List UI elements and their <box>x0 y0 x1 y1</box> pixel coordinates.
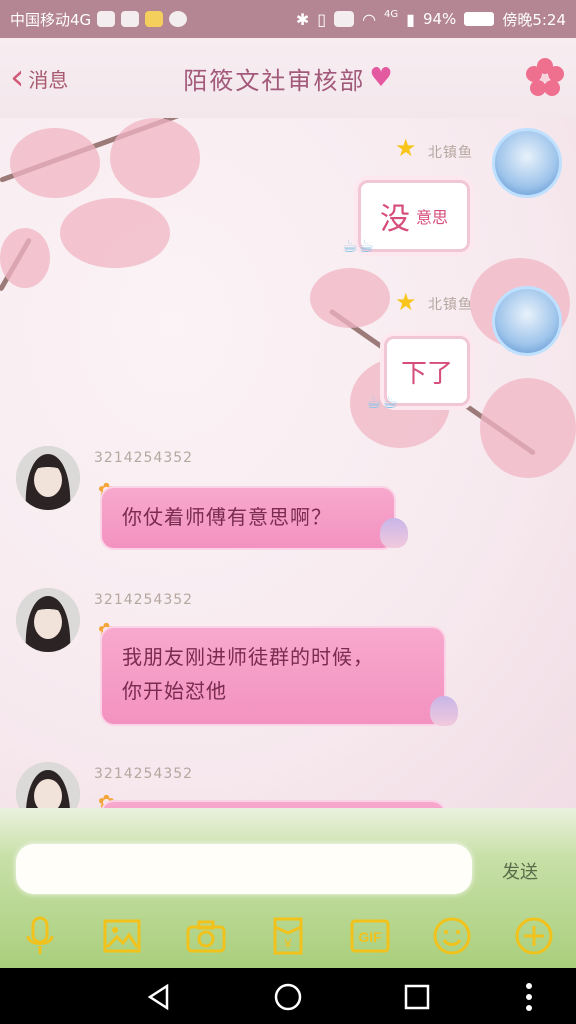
message-bubble[interactable]: 你仗着师傅有意思啊？ <box>100 486 396 550</box>
clock: 傍晚5:24 <box>502 10 566 29</box>
gif-icon: GIF <box>350 919 390 953</box>
message-bubble[interactable] <box>100 800 446 808</box>
avatar-photo <box>16 762 80 808</box>
sticker-icon <box>430 696 458 726</box>
image-icon <box>103 919 141 953</box>
red-packet-button[interactable]: ¥ <box>268 916 308 956</box>
message-text-line: 我朋友刚进师徒群的时候， <box>122 645 374 669</box>
message-text: 没 <box>379 202 410 237</box>
nav-recents-button[interactable] <box>400 980 434 1014</box>
avatar[interactable] <box>16 588 80 652</box>
avatar[interactable] <box>16 446 80 510</box>
input-panel: 发送 ¥ GIF <box>0 808 576 968</box>
nav-back-button[interactable] <box>142 980 176 1014</box>
message-list[interactable]: ★ 北镇鱼 没 意思 ☕☕ ★ 北镇鱼 下了 ☕☕ 3214254352 ✿ 你… <box>0 118 576 808</box>
avatar[interactable] <box>492 128 562 198</box>
star-icon: ★ <box>395 134 417 162</box>
notification-icon <box>97 11 116 27</box>
cherry-blossom <box>10 128 100 198</box>
avatar-photo <box>16 446 80 510</box>
chat-header: ‹ 消息 陌筱文社审核部 ♥ <box>0 38 576 118</box>
gif-button[interactable]: GIF <box>350 916 390 956</box>
cherry-blossom <box>310 268 390 328</box>
nav-home-button[interactable] <box>271 980 305 1014</box>
back-label: 消息 <box>28 67 69 92</box>
notification-icon <box>121 11 140 27</box>
system-nav-bar <box>0 968 576 1024</box>
camera-icon <box>186 920 226 953</box>
cherry-blossom <box>0 228 50 288</box>
heart-icon: ♥ <box>369 63 393 93</box>
hd-icon <box>334 11 355 27</box>
chevron-left-icon: ‹ <box>10 57 25 98</box>
cherry-blossom <box>60 198 170 268</box>
red-packet-icon: ¥ <box>273 917 303 955</box>
message-text-line: 你开始怼他 <box>122 679 227 703</box>
emoji-icon <box>433 917 471 955</box>
more-button[interactable] <box>514 916 554 956</box>
cherry-blossom <box>480 378 576 478</box>
message-text: 你仗着师傅有意思啊？ <box>122 505 332 529</box>
avatar-photo <box>16 588 80 652</box>
vibrate-icon: ▯ <box>317 9 327 29</box>
chat-title: 陌筱文社审核部 <box>183 66 366 95</box>
avatar[interactable] <box>16 762 80 808</box>
voice-button[interactable] <box>20 916 60 956</box>
message-input[interactable] <box>16 844 472 894</box>
plus-icon <box>515 917 553 955</box>
battery-icon <box>464 12 495 26</box>
bluetooth-icon: ✱ <box>295 9 310 29</box>
microphone-icon <box>26 916 54 954</box>
back-triangle-icon <box>147 983 169 1011</box>
message-text: 下了 <box>400 358 453 389</box>
sender-name: 3214254352 <box>94 592 194 608</box>
message-bubble[interactable]: 我朋友刚进师徒群的时候， 你开始怼他 <box>100 626 446 726</box>
sender-name: 3214254352 <box>94 766 194 782</box>
wifi-icon: ◠ <box>362 9 377 29</box>
input-toolbar: ¥ GIF <box>0 908 576 968</box>
status-bar: 中国移动4G ✱ ▯ ◠ 4G ▮ 94% 傍晚5:24 <box>0 0 576 38</box>
emoji-button[interactable] <box>432 916 472 956</box>
recents-square-icon <box>404 984 430 1010</box>
group-settings-button[interactable] <box>524 56 566 98</box>
teacup-icon: ☕☕ <box>342 236 375 257</box>
notification-icon <box>145 11 164 27</box>
sender-name: 3214254352 <box>94 450 194 466</box>
home-circle-icon <box>274 983 302 1011</box>
sticker-icon <box>380 518 408 548</box>
carrier-label: 中国移动4G <box>10 10 92 29</box>
flower-icon <box>526 58 564 96</box>
message-bubble[interactable]: 没 意思 <box>358 180 470 252</box>
signal-icon: ▮ <box>406 9 415 29</box>
gif-label: GIF <box>358 929 382 945</box>
message-text: 意思 <box>415 208 448 227</box>
avatar[interactable] <box>492 286 562 356</box>
more-vertical-icon <box>526 983 532 1011</box>
star-icon: ★ <box>395 288 417 316</box>
image-button[interactable] <box>102 916 142 956</box>
sender-name: 北镇鱼 <box>428 145 473 161</box>
battery-percent: 94% <box>422 10 457 28</box>
message-icon <box>169 11 188 27</box>
cherry-blossom <box>110 118 200 198</box>
sender-name: 北镇鱼 <box>428 297 473 313</box>
back-button[interactable]: ‹ 消息 <box>10 60 68 96</box>
send-button[interactable]: 发送 <box>502 858 538 884</box>
yuan-label: ¥ <box>283 936 292 951</box>
network-label: 4G <box>384 8 399 20</box>
camera-button[interactable] <box>186 916 226 956</box>
nav-menu-button[interactable] <box>512 980 546 1014</box>
teacup-icon: ☕☕ <box>366 392 399 413</box>
